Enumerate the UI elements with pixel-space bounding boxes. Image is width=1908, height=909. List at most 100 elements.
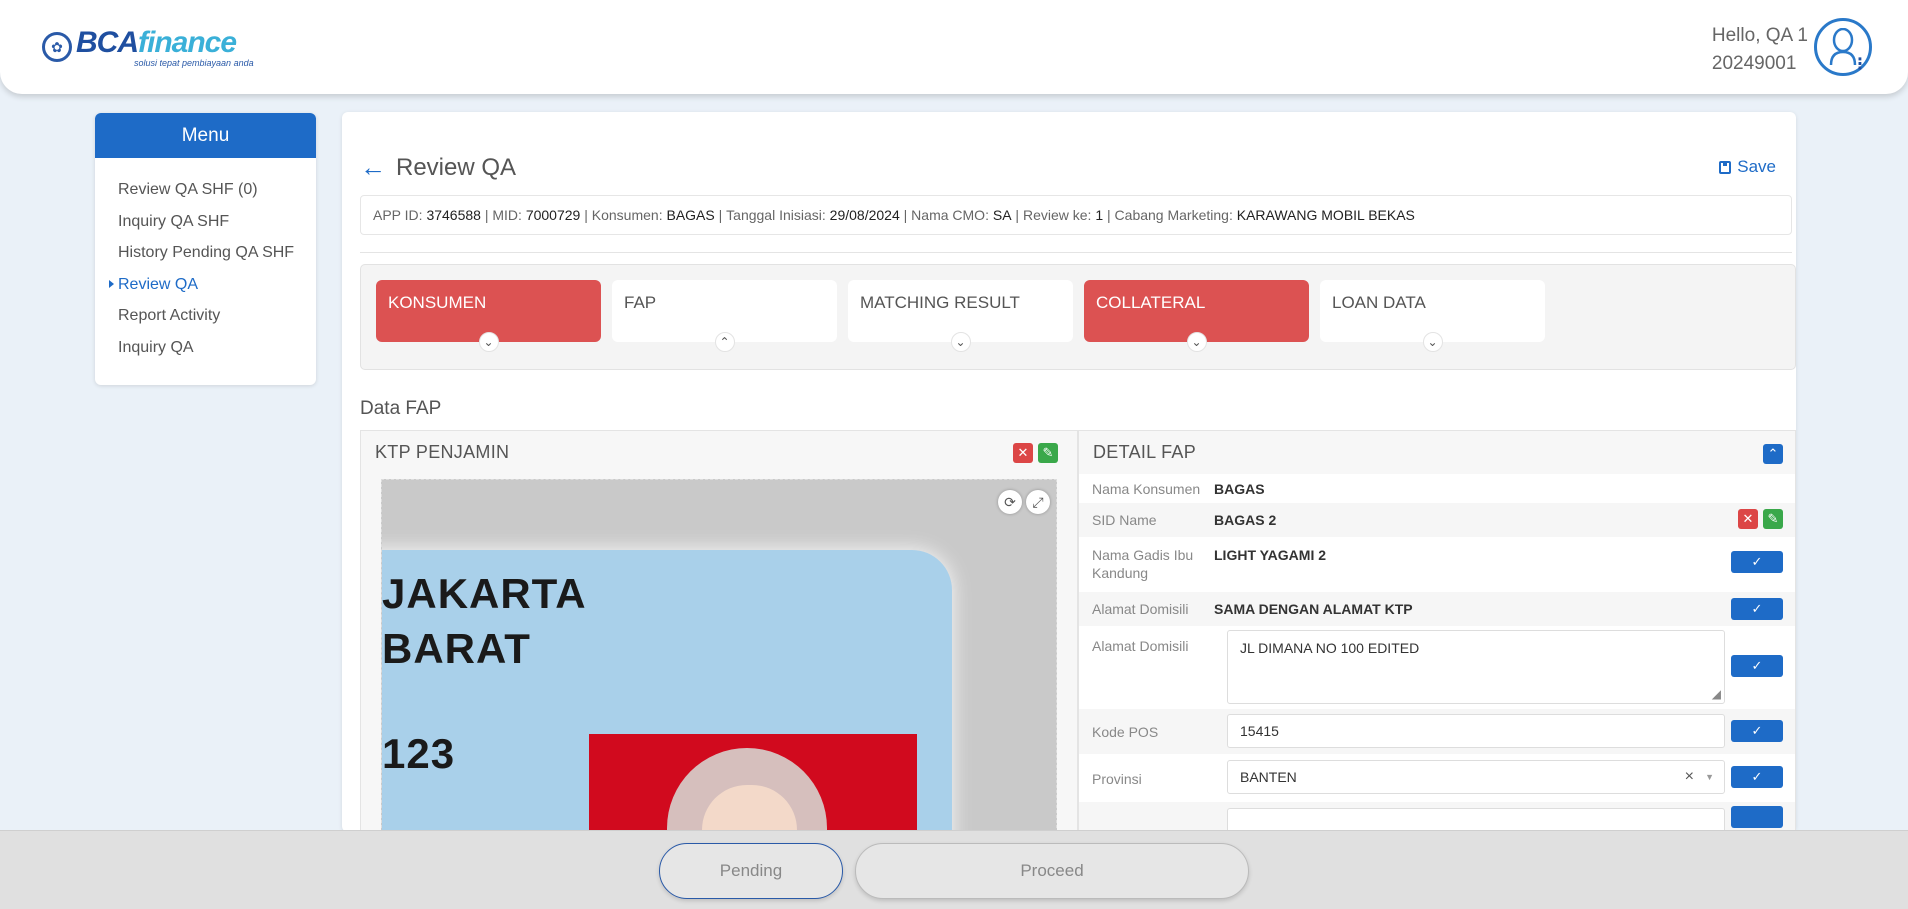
pencil-icon: ✎	[1042, 445, 1054, 460]
alamat-domisili-textarea-value: JL DIMANA NO 100 EDITED	[1240, 640, 1420, 656]
checkmark-icon: ✓	[1751, 658, 1763, 673]
brand-tagline: solusi tepat pembiayaan anda	[134, 58, 254, 68]
menu-item-inquiry-qa[interactable]: Inquiry QA	[118, 338, 316, 370]
konsumen-label: Konsumen:	[591, 207, 663, 223]
proceed-button[interactable]: Proceed	[855, 843, 1249, 899]
tanggal-label: Tanggal Inisiasi:	[726, 207, 826, 223]
row-nama-gadis-ibu-kandung: Nama Gadis Ibu Kandung LIGHT YAGAMI 2 ✓	[1079, 537, 1795, 592]
review-label: Review ke:	[1022, 207, 1092, 223]
checkmark-icon: ✓	[1751, 554, 1763, 569]
chevron-up-icon[interactable]: ⌃	[714, 332, 735, 352]
cmo-label: Nama CMO:	[911, 207, 989, 223]
approve-kode-pos-button[interactable]: ✓	[1731, 720, 1783, 742]
approve-alamat-domisili-button[interactable]: ✓	[1731, 598, 1783, 620]
save-button[interactable]: Save	[1719, 157, 1776, 177]
chevron-down-icon[interactable]: ⌄	[1186, 332, 1207, 352]
chevron-down-icon[interactable]: ⌄	[478, 332, 499, 352]
user-id: 20249001	[1711, 53, 1797, 74]
detail-fap-header: DETAIL FAP ⌃	[1079, 431, 1795, 474]
menu-list: Review QA SHF (0) Inquiry QA SHF History…	[95, 158, 316, 369]
value-alamat-domisili: SAMA DENGAN ALAMAT KTP	[1214, 601, 1413, 617]
resize-handle-icon[interactable]: ◢	[1712, 687, 1721, 701]
close-icon: ✕	[1017, 445, 1029, 460]
ktp-panel-title: KTP PENJAMIN	[375, 442, 510, 462]
value-nama-gadis: LIGHT YAGAMI 2	[1214, 547, 1327, 563]
app-id-label: APP ID:	[373, 207, 423, 223]
cabang-value: KARAWANG MOBIL BEKAS	[1236, 207, 1415, 223]
cmo-value: SA	[992, 207, 1012, 223]
label-nama-gadis: Nama Gadis Ibu Kandung	[1092, 547, 1194, 581]
menu-item-review-qa-shf[interactable]: Review QA SHF (0)	[118, 180, 316, 212]
value-nama-konsumen: BAGAS	[1214, 481, 1265, 497]
tab-matching-result[interactable]: MATCHING RESULT ⌄	[848, 280, 1073, 352]
approve-alamat-text-button[interactable]: ✓	[1731, 655, 1783, 677]
collapse-detail-button[interactable]: ⌃	[1763, 444, 1783, 464]
user-info: Hello, QA 1 20249001	[1712, 22, 1808, 78]
ktp-image-viewer[interactable]: JAKARTA BARAT 123 ⟳ ⤢	[381, 479, 1057, 833]
row-next-partial	[1079, 802, 1795, 831]
bca-finance-logo[interactable]: ✿ BCAfinance solusi tepat pembiayaan and…	[42, 28, 254, 68]
edit-sid-button[interactable]: ✎	[1763, 509, 1783, 529]
page-header: ← Review QA	[360, 152, 516, 183]
rotate-icon[interactable]: ⟳	[998, 490, 1022, 514]
label-nama-konsumen: Nama Konsumen	[1092, 481, 1201, 497]
ktp-image-text-line2: BARAT	[382, 625, 531, 672]
tab-collateral-label: COLLATERAL	[1096, 293, 1206, 312]
label-kode-pos: Kode POS	[1092, 724, 1159, 740]
provinsi-select[interactable]: BANTEN × ▼	[1227, 760, 1725, 794]
kode-pos-value: 15415	[1240, 723, 1279, 739]
checkmark-icon: ✓	[1751, 769, 1763, 784]
detail-panel-title: DETAIL FAP	[1093, 442, 1197, 462]
tanggal-value: 29/08/2024	[829, 207, 900, 223]
label-alamat-domisili-text: Alamat Domisili	[1092, 638, 1189, 654]
page-title: Review QA	[396, 153, 517, 181]
reject-ktp-button[interactable]: ✕	[1013, 443, 1033, 463]
action-footer: Pending Proceed	[0, 830, 1908, 909]
tab-collateral[interactable]: COLLATERAL ⌄	[1084, 280, 1309, 352]
approve-nama-gadis-button[interactable]: ✓	[1731, 551, 1783, 573]
ktp-image-text-line1: JAKARTA	[382, 570, 587, 617]
tab-loan-data[interactable]: LOAN DATA ⌄	[1320, 280, 1545, 352]
next-field-input[interactable]	[1227, 808, 1725, 831]
tab-konsumen[interactable]: KONSUMEN ⌄	[376, 280, 601, 352]
approve-next-button[interactable]	[1731, 806, 1783, 828]
ktp-image-text-line3: 123	[382, 730, 456, 777]
main-content: ← Review QA Save APP ID: 3746588 | MID: …	[342, 112, 1796, 851]
row-alamat-domisili-text: Alamat Domisili JL DIMANA NO 100 EDITED …	[1079, 626, 1795, 709]
kode-pos-input[interactable]: 15415	[1227, 714, 1725, 748]
clear-icon[interactable]: ×	[1685, 768, 1694, 786]
mid-value: 7000729	[525, 207, 581, 223]
menu-item-history-pending-qa-shf[interactable]: History Pending QA SHF	[118, 243, 316, 275]
alamat-domisili-textarea[interactable]: JL DIMANA NO 100 EDITED ◢	[1227, 630, 1725, 704]
provinsi-value: BANTEN	[1240, 769, 1297, 785]
menu-item-inquiry-qa-shf[interactable]: Inquiry QA SHF	[118, 212, 316, 244]
close-icon: ✕	[1742, 511, 1754, 526]
pending-button[interactable]: Pending	[659, 843, 843, 899]
row-sid-name: SID Name BAGAS 2 ✕ ✎	[1079, 503, 1795, 537]
back-arrow-icon[interactable]: ←	[360, 152, 386, 183]
reject-sid-button[interactable]: ✕	[1738, 509, 1758, 529]
label-sid-name: SID Name	[1092, 512, 1157, 528]
tab-fap-label: FAP	[624, 293, 657, 312]
tab-loan-data-label: LOAN DATA	[1332, 293, 1426, 312]
checkmark-icon: ✓	[1751, 723, 1763, 738]
chevron-up-icon: ⌃	[1767, 446, 1779, 461]
fullscreen-icon[interactable]: ⤢	[1026, 490, 1050, 514]
menu-title: Menu	[95, 113, 316, 158]
menu-item-review-qa[interactable]: Review QA	[109, 275, 316, 307]
user-menu-kebab-icon[interactable]: ⋮	[1852, 54, 1868, 74]
user-greeting: Hello, QA 1	[1711, 25, 1808, 46]
approve-provinsi-button[interactable]: ✓	[1731, 766, 1783, 788]
menu-item-report-activity[interactable]: Report Activity	[118, 306, 316, 338]
chevron-down-icon[interactable]: ⌄	[1422, 332, 1443, 352]
row-alamat-domisili-status: Alamat Domisili SAMA DENGAN ALAMAT KTP ✓	[1079, 592, 1795, 626]
tab-fap[interactable]: FAP ⌃	[612, 280, 837, 352]
ktp-penjamin-panel: KTP PENJAMIN ✕ ✎ JAKARTA BARAT 123 ⟳ ⤢	[360, 430, 1093, 851]
chevron-down-icon[interactable]: ⌄	[950, 332, 971, 352]
floppy-disk-icon	[1719, 160, 1732, 174]
save-label: Save	[1737, 157, 1776, 176]
application-info-bar: APP ID: 3746588 | MID: 7000729 | Konsume…	[360, 195, 1792, 235]
app-id-value: 3746588	[426, 207, 481, 223]
chevron-down-icon[interactable]: ▼	[1705, 772, 1714, 782]
edit-ktp-button[interactable]: ✎	[1038, 443, 1058, 463]
